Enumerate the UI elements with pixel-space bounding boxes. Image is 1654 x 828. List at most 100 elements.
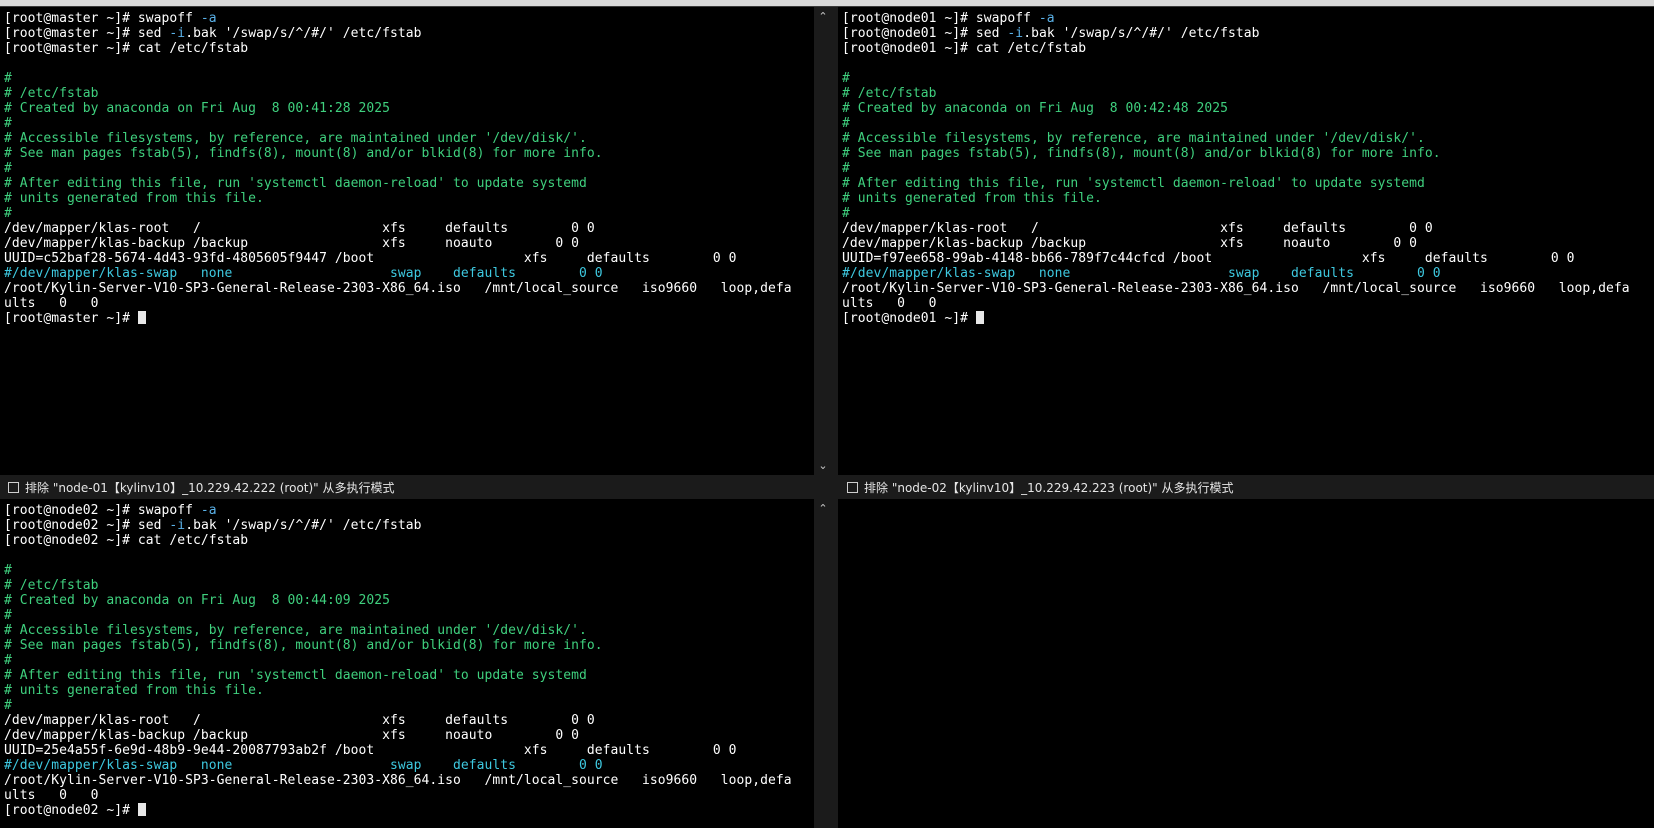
terminal-line: # bbox=[4, 653, 796, 668]
terminal-text: /root/Kylin-Server-V10-SP3-General-Relea… bbox=[4, 281, 792, 296]
terminal-line: # Accessible filesystems, by reference, … bbox=[4, 131, 796, 146]
terminal-text: # bbox=[4, 71, 12, 86]
terminal-line: # Accessible filesystems, by reference, … bbox=[842, 131, 1636, 146]
terminal-line: # Created by anaconda on Fri Aug 8 00:44… bbox=[4, 593, 796, 608]
terminal-text: # bbox=[842, 71, 850, 86]
terminal-line: # See man pages fstab(5), findfs(8), mou… bbox=[4, 146, 796, 161]
terminal-line: /dev/mapper/klas-root / xfs defaults 0 0 bbox=[4, 221, 796, 236]
terminal-line: # /etc/fstab bbox=[842, 86, 1636, 101]
terminal-cursor bbox=[975, 311, 984, 324]
terminal-text: UUID=c52baf28-5674-4d43-93fd-4805605f944… bbox=[4, 251, 737, 266]
terminal-text: ults 0 0 bbox=[4, 296, 99, 311]
terminal-text: [root@master ~]# swapoff bbox=[4, 11, 201, 26]
terminal-text: # See man pages fstab(5), findfs(8), mou… bbox=[4, 638, 603, 653]
terminal-text: [root@node01 ~]# cat /etc/fstab bbox=[842, 41, 1087, 56]
terminal-text: [root@node01 ~]# bbox=[842, 311, 976, 326]
terminal-line: [root@node02 ~]# bbox=[4, 803, 796, 818]
terminal-pane-node01[interactable]: [root@node01 ~]# swapoff -a [root@node01 … bbox=[838, 7, 1654, 475]
terminal-line: # units generated from this file. bbox=[842, 191, 1636, 206]
terminal-line: [root@master ~]# swapoff -a bbox=[4, 11, 796, 26]
terminal-text: [root@node02 ~]# swapoff bbox=[4, 503, 201, 518]
terminal-text: .bak '/swap/s/^/#/' /etc/fstab bbox=[1023, 26, 1260, 41]
exclude-multi-exec-bar-node01[interactable]: 排除 "node-01【kylinv10】_10.229.42.222 (roo… bbox=[8, 475, 395, 499]
terminal-output-node02[interactable]: [root@node02 ~]# swapoff -a [root@node02 … bbox=[4, 503, 796, 818]
terminal-text: -i bbox=[1007, 26, 1024, 41]
terminal-text: #/dev/mapper/klas-swap none swap default… bbox=[842, 266, 1441, 281]
terminal-text: -a bbox=[200, 503, 217, 518]
terminal-line: # Accessible filesystems, by reference, … bbox=[4, 623, 796, 638]
terminal-pane-node02[interactable]: [root@node02 ~]# swapoff -a [root@node02 … bbox=[0, 499, 814, 828]
scroll-up-icon[interactable]: ⌃ bbox=[816, 502, 830, 516]
terminal-text: # Created by anaconda on Fri Aug 8 00:42… bbox=[842, 101, 1228, 116]
terminal-text: # bbox=[4, 161, 12, 176]
exclude-multi-exec-label: 排除 "node-02【kylinv10】_10.229.42.223 (roo… bbox=[864, 480, 1234, 495]
scroll-down-icon[interactable]: ⌄ bbox=[816, 459, 830, 473]
scroll-up-icon[interactable]: ⌃ bbox=[816, 10, 830, 24]
terminal-line: /root/Kylin-Server-V10-SP3-General-Relea… bbox=[4, 773, 796, 788]
terminal-text: # bbox=[4, 206, 12, 221]
terminal-line: # bbox=[842, 116, 1636, 131]
terminal-line: [root@node01 ~]# swapoff -a bbox=[842, 11, 1636, 26]
terminal-line: # bbox=[842, 206, 1636, 221]
terminal-line: /root/Kylin-Server-V10-SP3-General-Relea… bbox=[4, 281, 796, 296]
terminal-line: /dev/mapper/klas-backup /backup xfs noau… bbox=[4, 728, 796, 743]
vertical-split-divider[interactable] bbox=[814, 7, 838, 828]
terminal-text: /root/Kylin-Server-V10-SP3-General-Relea… bbox=[4, 773, 792, 788]
terminal-text: -i bbox=[169, 518, 186, 533]
terminal-text: # /etc/fstab bbox=[4, 86, 99, 101]
terminal-pane-master[interactable]: [root@master ~]# swapoff -a [root@master … bbox=[0, 7, 814, 475]
terminal-line: # bbox=[4, 206, 796, 221]
terminal-line: [root@node02 ~]# sed -i.bak '/swap/s/^/#… bbox=[4, 518, 796, 533]
terminal-line: # After editing this file, run 'systemct… bbox=[4, 668, 796, 683]
terminal-line: # bbox=[842, 161, 1636, 176]
checkbox-icon[interactable] bbox=[8, 481, 19, 493]
terminal-line: /dev/mapper/klas-root / xfs defaults 0 0 bbox=[4, 713, 796, 728]
terminal-text: UUID=f97ee658-99ab-4148-bb66-789f7c44cfc… bbox=[842, 251, 1575, 266]
terminal-line: #/dev/mapper/klas-swap none swap default… bbox=[4, 758, 796, 773]
terminal-text: # Accessible filesystems, by reference, … bbox=[4, 131, 587, 146]
exclude-multi-exec-label: 排除 "node-01【kylinv10】_10.229.42.222 (roo… bbox=[25, 480, 395, 495]
terminal-text: # /etc/fstab bbox=[4, 578, 99, 593]
terminal-line: UUID=25e4a55f-6e9d-48b9-9e44-20087793ab2… bbox=[4, 743, 796, 758]
terminal-text: /dev/mapper/klas-root / xfs defaults 0 0 bbox=[4, 221, 595, 236]
terminal-text: /dev/mapper/klas-root / xfs defaults 0 0 bbox=[842, 221, 1433, 236]
terminal-text: .bak '/swap/s/^/#/' /etc/fstab bbox=[185, 26, 422, 41]
terminal-text: .bak '/swap/s/^/#/' /etc/fstab bbox=[185, 518, 422, 533]
terminal-line: /dev/mapper/klas-root / xfs defaults 0 0 bbox=[842, 221, 1636, 236]
checkbox-icon[interactable] bbox=[847, 481, 858, 493]
terminal-text: # See man pages fstab(5), findfs(8), mou… bbox=[842, 146, 1441, 161]
terminal-text: # After editing this file, run 'systemct… bbox=[4, 176, 587, 191]
terminal-text: # bbox=[4, 608, 12, 623]
terminal-text: # bbox=[4, 563, 12, 578]
terminal-text: [root@master ~]# sed bbox=[4, 26, 170, 41]
terminal-pane-empty[interactable] bbox=[838, 499, 1654, 828]
terminal-line: # /etc/fstab bbox=[4, 86, 796, 101]
terminal-line: # bbox=[4, 71, 796, 86]
terminal-text: /dev/mapper/klas-backup /backup xfs noau… bbox=[4, 236, 579, 251]
terminal-line: [root@node01 ~]# cat /etc/fstab bbox=[842, 41, 1636, 56]
terminal-line: [root@master ~]# bbox=[4, 311, 796, 326]
terminal-text: #/dev/mapper/klas-swap none swap default… bbox=[4, 266, 603, 281]
terminal-line: # bbox=[4, 161, 796, 176]
terminal-line: # See man pages fstab(5), findfs(8), mou… bbox=[4, 638, 796, 653]
terminal-output-node01[interactable]: [root@node01 ~]# swapoff -a [root@node01 … bbox=[842, 11, 1636, 326]
terminal-line: UUID=f97ee658-99ab-4148-bb66-789f7c44cfc… bbox=[842, 251, 1636, 266]
terminal-text: # See man pages fstab(5), findfs(8), mou… bbox=[4, 146, 603, 161]
terminal-text: # bbox=[842, 161, 850, 176]
terminal-line: [root@node01 ~]# bbox=[842, 311, 1636, 326]
terminal-text: UUID=25e4a55f-6e9d-48b9-9e44-20087793ab2… bbox=[4, 743, 737, 758]
terminal-line: #/dev/mapper/klas-swap none swap default… bbox=[842, 266, 1636, 281]
exclude-multi-exec-bar-node02[interactable]: 排除 "node-02【kylinv10】_10.229.42.223 (roo… bbox=[847, 475, 1234, 499]
terminal-line: /root/Kylin-Server-V10-SP3-General-Relea… bbox=[842, 281, 1636, 296]
terminal-text: [root@node02 ~]# sed bbox=[4, 518, 170, 533]
terminal-text: # Created by anaconda on Fri Aug 8 00:41… bbox=[4, 101, 390, 116]
terminal-output-master[interactable]: [root@master ~]# swapoff -a [root@master … bbox=[4, 11, 796, 326]
terminal-text: #/dev/mapper/klas-swap none swap default… bbox=[4, 758, 603, 773]
terminal-line: # units generated from this file. bbox=[4, 191, 796, 206]
terminal-text: # bbox=[4, 698, 12, 713]
terminal-text: -a bbox=[200, 11, 217, 26]
terminal-line: # units generated from this file. bbox=[4, 683, 796, 698]
